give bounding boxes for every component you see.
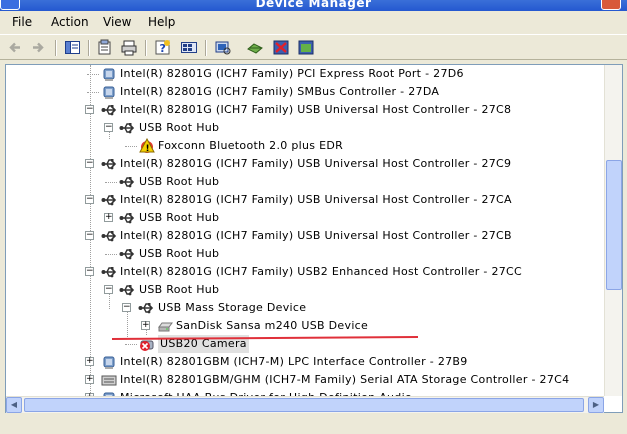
tree-item[interactable]: − Intel(R) 82801G (ICH7 Family) USB Unive… <box>0 101 540 119</box>
scroll-left-icon[interactable]: ◀ <box>6 397 22 413</box>
expand-icon[interactable]: + <box>85 375 94 384</box>
tree-item-label: Intel(R) 82801G (ICH7 Family) PCI Expres… <box>120 67 464 80</box>
usb-icon <box>138 300 154 316</box>
tree-item-label: Intel(R) 82801GBM/GHM (ICH7-M Family) Se… <box>120 373 570 386</box>
usb-icon <box>101 228 117 244</box>
tree-item[interactable]: + SanDisk Sansa m240 USB Device <box>0 317 540 335</box>
horizontal-scrollbar[interactable]: ◀ ▶ <box>6 396 604 413</box>
tree-item-label: Intel(R) 82801G (ICH7 Family) USB Univer… <box>120 193 512 206</box>
tree-item-label: Intel(R) 82801G (ICH7 Family) USB Univer… <box>120 103 512 116</box>
svg-text:!: ! <box>146 144 150 154</box>
usb-icon <box>101 156 117 172</box>
collapse-icon[interactable]: − <box>85 267 94 276</box>
usb-icon <box>119 282 135 298</box>
tree-item[interactable]: + Intel(R) 82801GBM (ICH7-M) LPC Interfac… <box>0 353 540 371</box>
disk-drive-icon <box>157 318 173 334</box>
tree-item[interactable]: − Intel(R) 82801G (ICH7 Family) USB Unive… <box>0 191 540 209</box>
expand-icon[interactable]: + <box>104 213 113 222</box>
tree-item[interactable]: +Microsoft UAA Bus Driver for High Defin… <box>0 389 540 396</box>
tree-item[interactable]: Intel(R) 82801G (ICH7 Family) PCI Expres… <box>0 65 540 83</box>
tree-item[interactable]: − USB Mass Storage Device <box>0 299 540 317</box>
tree-item[interactable]: − USB Root Hub <box>0 281 540 299</box>
collapse-icon[interactable]: − <box>122 303 131 312</box>
tree-item[interactable]: Intel(R) 82801G (ICH7 Family) SMBus Cont… <box>0 83 540 101</box>
tree-item-label: Intel(R) 82801G (ICH7 Family) USB Univer… <box>120 229 512 242</box>
pci-device-icon <box>101 84 117 100</box>
usb-icon <box>119 174 135 190</box>
collapse-icon[interactable]: − <box>85 231 94 240</box>
ide-controller-icon <box>101 372 117 388</box>
tree-item-label: Intel(R) 82801GBM (ICH7-M) LPC Interface… <box>120 355 468 368</box>
pci-device-icon <box>101 66 117 82</box>
usb-icon <box>101 102 117 118</box>
tree-item-label: USB Root Hub <box>139 283 220 296</box>
collapse-icon[interactable]: − <box>104 285 113 294</box>
tree-item[interactable]: − Intel(R) 82801G (ICH7 Family) USB2 Enha… <box>0 263 540 281</box>
warning-device-icon: ! <box>139 137 155 154</box>
tree-item[interactable]: USB Root Hub <box>0 173 540 191</box>
horizontal-scroll-thumb[interactable] <box>24 398 584 412</box>
usb-icon <box>119 210 135 226</box>
usb-icon <box>119 246 135 262</box>
tree-item[interactable]: − Intel(R) 82801G (ICH7 Family) USB Unive… <box>0 155 540 173</box>
tree-item[interactable]: + Intel(R) 82801GBM/GHM (ICH7-M Family) S… <box>0 371 569 389</box>
scroll-right-icon[interactable]: ▶ <box>588 397 604 413</box>
tree-item[interactable]: − USB Root Hub <box>0 119 540 137</box>
vertical-scroll-thumb[interactable] <box>606 160 622 290</box>
tree-item[interactable]: − Intel(R) 82801G (ICH7 Family) USB Unive… <box>0 227 540 245</box>
collapse-icon[interactable]: − <box>85 159 94 168</box>
collapse-icon[interactable]: − <box>104 123 113 132</box>
tree-item-label: USB Mass Storage Device <box>158 301 307 314</box>
tree-item-label: USB Root Hub <box>139 175 220 188</box>
usb-icon <box>101 192 117 208</box>
tree-item-label: SanDisk Sansa m240 USB Device <box>176 319 369 332</box>
tree-item-label: Microsoft UAA Bus Driver for High Defini… <box>120 389 412 396</box>
usb-icon <box>119 120 135 136</box>
tree-item[interactable]: ! Foxconn Bluetooth 2.0 plus EDR <box>0 137 540 155</box>
tree-item-label: USB Root Hub <box>139 211 220 224</box>
vertical-scrollbar[interactable] <box>604 65 622 396</box>
expand-icon[interactable]: + <box>141 321 150 330</box>
tree-item[interactable]: USB Root Hub <box>0 245 540 263</box>
pci-device-icon <box>101 354 117 370</box>
tree-item-label: USB Root Hub <box>139 247 220 260</box>
usb-icon <box>101 264 117 280</box>
close-window-button[interactable] <box>601 0 621 10</box>
tree-item-label: Intel(R) 82801G (ICH7 Family) USB Univer… <box>120 157 512 170</box>
collapse-icon[interactable]: − <box>85 105 94 114</box>
red-annotation-underline <box>112 336 418 340</box>
expand-icon[interactable]: + <box>85 357 94 366</box>
tree-item-label: Intel(R) 82801G (ICH7 Family) SMBus Cont… <box>120 85 440 98</box>
tree-item-label: USB Root Hub <box>139 121 220 134</box>
tree-item-label: Foxconn Bluetooth 2.0 plus EDR <box>158 139 344 152</box>
collapse-icon[interactable]: − <box>85 195 94 204</box>
tree-item-label: Intel(R) 82801G (ICH7 Family) USB2 Enhan… <box>120 265 523 278</box>
tree-item[interactable]: + USB Root Hub <box>0 209 540 227</box>
